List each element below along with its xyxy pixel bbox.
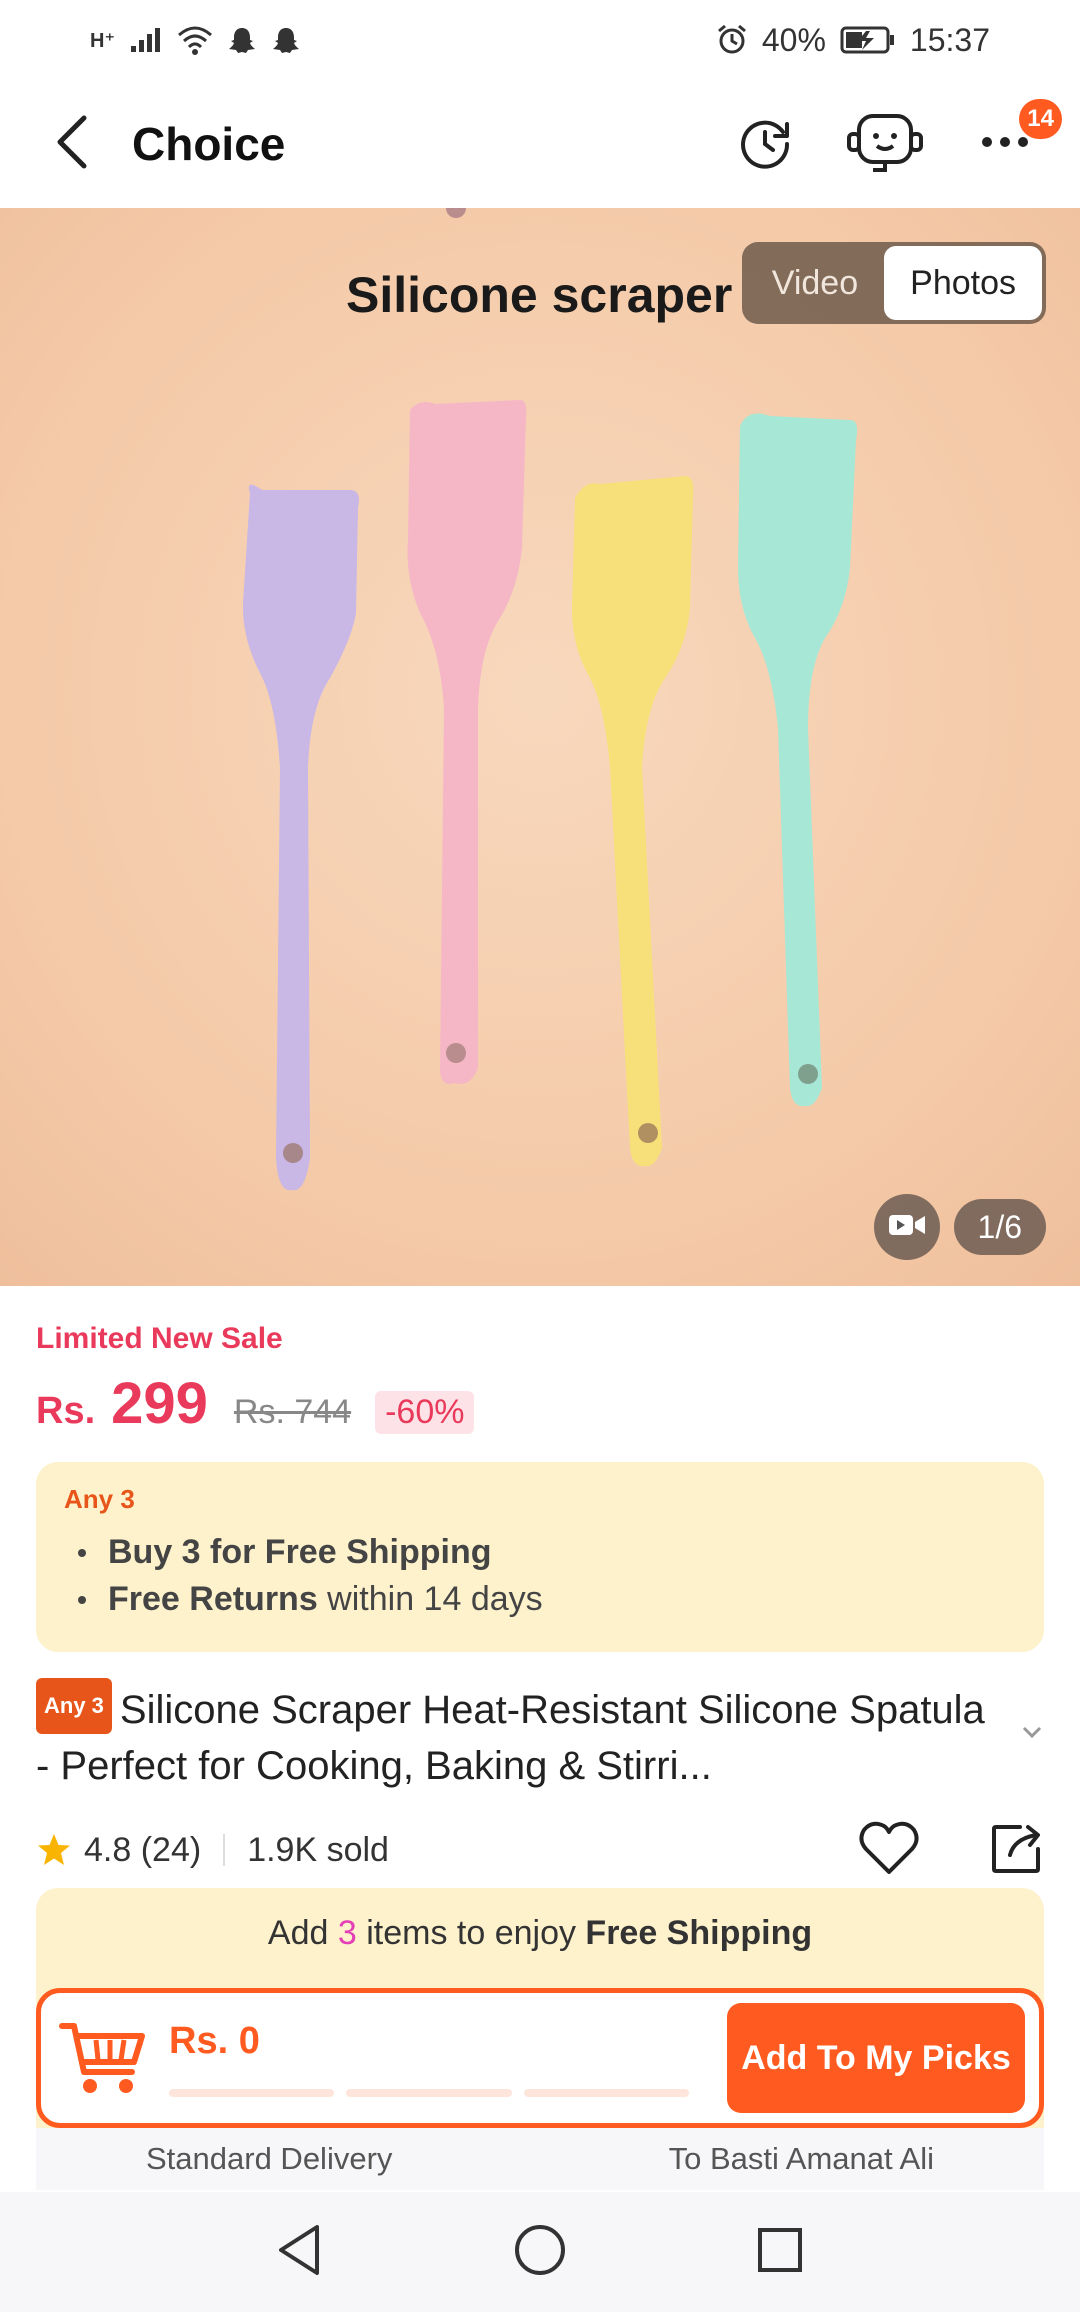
bullet-icon (78, 1548, 86, 1557)
discount-badge: -60% (375, 1391, 475, 1434)
cart-info: Rs. 0 (169, 2020, 689, 2097)
back-arrow-icon (52, 114, 92, 175)
chevron-down-icon[interactable] (1020, 1724, 1044, 1792)
currency: Rs. (36, 1390, 96, 1432)
nav-recents-button[interactable] (745, 2217, 815, 2287)
promo-item: Free Returns within 14 days (64, 1580, 1016, 1619)
header-actions: 14 (730, 99, 1062, 179)
rating-value[interactable]: 4.8 (24) (84, 1831, 201, 1870)
wishlist-button[interactable] (858, 1820, 920, 1881)
promo-box[interactable]: Any 3 Buy 3 for Free Shipping Free Retur… (36, 1462, 1044, 1652)
history-icon (735, 112, 795, 177)
square-recents-icon (755, 2225, 805, 2280)
more-icon (980, 135, 1030, 154)
picks-cart-bar: Rs. 0 Add To My Picks (36, 1988, 1044, 2128)
more-button[interactable]: 14 (970, 99, 1062, 179)
nav-home-button[interactable] (505, 2217, 575, 2287)
tab-photos[interactable]: Photos (884, 246, 1042, 320)
shipping-msg-middle: items to enjoy (356, 1914, 586, 1952)
delivery-method[interactable]: Standard Delivery (146, 2141, 392, 2177)
sold-count: 1.9K sold (247, 1830, 389, 1869)
back-button[interactable] (40, 112, 104, 176)
play-video-button[interactable] (873, 1194, 940, 1260)
spatula-yellow (572, 476, 694, 1167)
history-button[interactable] (730, 109, 800, 179)
promo-item-bold: Buy 3 for Free Shipping (108, 1533, 492, 1571)
any3-tag: Any 3 (36, 1678, 112, 1735)
progress-segment (169, 2088, 335, 2097)
sale-label: Limited New Sale (36, 1322, 283, 1355)
video-camera-icon (887, 1211, 927, 1244)
share-button[interactable] (990, 1821, 1044, 1880)
product-photo (242, 208, 858, 1191)
circle-home-icon (512, 2222, 568, 2283)
media-toggle: Video Photos (741, 242, 1046, 324)
system-nav-bar (0, 2192, 1080, 2312)
price-section: Limited New Sale Rs. 299 Rs. 744 -60% (0, 1286, 1080, 1437)
shopping-cart-icon[interactable] (55, 2010, 151, 2106)
divider (223, 1834, 226, 1866)
progress-segment (346, 2088, 512, 2097)
promo-list: Buy 3 for Free Shipping Free Returns wit… (64, 1533, 1016, 1619)
product-title-row[interactable]: Any 3 Silicone Scraper Heat-Resistant Sil… (36, 1678, 1044, 1792)
current-price: 299 (111, 1371, 208, 1436)
battery-charging-icon (840, 25, 896, 55)
status-right: 40% 15:37 (716, 22, 990, 59)
tab-video[interactable]: Video (746, 246, 884, 320)
promo-item-bold: Free Returns (108, 1580, 318, 1618)
shipping-msg-emphasis: Free Shipping (585, 1914, 813, 1952)
network-type: H⁺ (90, 29, 115, 52)
price-row: Rs. 299 Rs. 744 -60% (36, 1370, 1044, 1437)
product-actions (858, 1820, 1044, 1881)
rating-row: 4.8 (24) 1.9K sold (36, 1820, 1044, 1880)
spatula-purple (242, 484, 359, 1191)
rating-score: 4.8 (84, 1830, 132, 1869)
star-icon (36, 1832, 72, 1868)
page-title: Choice (132, 118, 286, 170)
alarm-icon (716, 24, 748, 56)
add-to-my-picks-button[interactable]: Add To My Picks (727, 2003, 1025, 2113)
free-shipping-message: Add 3 items to enjoy Free Shipping (36, 1888, 1044, 1953)
status-bar: H⁺ 40% 15:37 (0, 0, 1080, 80)
delivery-destination[interactable]: To Basti Amanat Ali (669, 2141, 934, 2177)
heart-icon (858, 1821, 920, 1880)
spatula-pink (407, 208, 527, 1084)
clock: 15:37 (909, 21, 990, 58)
wifi-icon (177, 25, 213, 55)
customer-service-button[interactable] (847, 109, 923, 179)
spatula-mint (738, 413, 858, 1107)
bullet-icon (78, 1595, 86, 1604)
items-needed: 3 (337, 1914, 357, 1952)
review-count: (24) (140, 1830, 202, 1869)
customer-service-icon (845, 110, 925, 179)
status-left: H⁺ (90, 25, 301, 55)
snapchat-icon (227, 25, 257, 55)
promo-item: Buy 3 for Free Shipping (64, 1533, 1016, 1572)
carousel-controls: 1/6 (873, 1194, 1046, 1260)
battery-percent: 40% (761, 21, 826, 58)
triangle-back-icon (275, 2223, 325, 2282)
signal-icon (129, 26, 163, 54)
product-image-carousel[interactable]: Silicone scraper Video Photos 1/6 (0, 208, 1080, 1286)
shipping-msg-prefix: Add (267, 1914, 338, 1952)
image-caption: Silicone scraper (346, 267, 733, 323)
delivery-row: Standard Delivery To Basti Amanat Ali (36, 2128, 1044, 2190)
nav-back-button[interactable] (265, 2217, 335, 2287)
image-counter: 1/6 (953, 1199, 1046, 1255)
top-app-bar: Choice 14 (0, 80, 1080, 208)
notification-badge: 14 (1019, 99, 1062, 139)
promo-tag: Any 3 (64, 1484, 135, 1514)
progress-bar (169, 2088, 689, 2097)
original-price: Rs. 744 (233, 1393, 352, 1431)
snapchat-icon (271, 25, 301, 55)
promo-item-rest: within 14 days (317, 1580, 543, 1618)
cart-total: Rs. 0 (169, 2019, 260, 2062)
product-title-text: Silicone Scraper Heat-Resistant Silicone… (36, 1688, 985, 1789)
product-title: Any 3 Silicone Scraper Heat-Resistant Sil… (36, 1678, 986, 1792)
share-icon (990, 1824, 1044, 1879)
progress-segment (523, 2088, 689, 2097)
